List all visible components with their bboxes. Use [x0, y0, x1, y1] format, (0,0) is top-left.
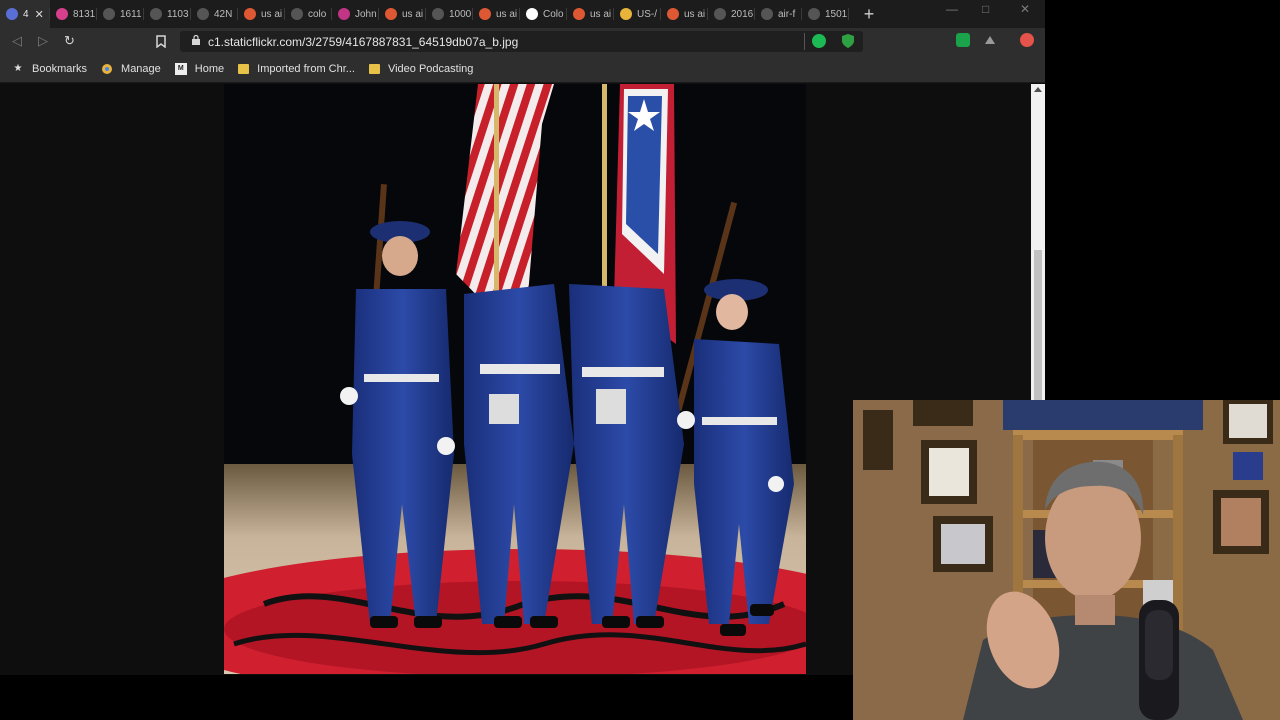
shield-extension-icon[interactable] — [842, 34, 854, 48]
blank-page-icon — [714, 8, 726, 20]
chrome-icon — [620, 8, 632, 20]
bookmarks-label: Bookmarks — [32, 62, 88, 75]
manage-bookmark[interactable]: Manage — [101, 63, 161, 75]
maximize-icon[interactable]: □ — [982, 2, 989, 16]
forward-icon[interactable]: ▷ — [38, 33, 48, 49]
tab-14[interactable]: us ai — [661, 0, 708, 28]
tab-label: Colo — [543, 8, 564, 20]
m-logo-icon — [526, 8, 538, 20]
tab-label: 1501 — [825, 8, 848, 20]
tab-8[interactable]: us ai — [379, 0, 426, 28]
tab-label: us ai — [684, 8, 706, 20]
tab-4[interactable]: 42N — [191, 0, 238, 28]
profile-extension-icon[interactable] — [1020, 33, 1034, 47]
minimize-icon[interactable]: — — [946, 2, 958, 16]
bookmarks-menu[interactable]: ★ Bookmarks — [12, 62, 88, 75]
star-icon: ★ — [13, 63, 23, 74]
tab-6[interactable]: colo — [285, 0, 332, 28]
tab-0[interactable]: 4 ✕ — [0, 0, 50, 28]
toolbar: ◁ ▷ ↻ c1.staticflickr.com/3/2759/4167887… — [0, 28, 1045, 55]
tab-11[interactable]: Colo — [520, 0, 567, 28]
home-label: Home — [194, 62, 225, 75]
drive-extension-icon[interactable] — [983, 33, 997, 47]
tab-label: US-/ — [637, 8, 657, 20]
duckduckgo-icon — [573, 8, 585, 20]
blank-page-icon — [291, 8, 303, 20]
honor-guard-photo — [224, 84, 806, 674]
blank-page-icon — [808, 8, 820, 20]
duckduckgo-icon — [385, 8, 397, 20]
manage-icon — [101, 63, 113, 75]
home-bookmark[interactable]: M Home — [174, 62, 225, 75]
tab-label: us ai — [261, 8, 283, 20]
back-icon[interactable]: ◁ — [12, 33, 22, 49]
tab-label: air-f — [778, 8, 796, 20]
flickr-icon — [56, 8, 68, 20]
new-tab-icon[interactable]: + — [859, 4, 879, 25]
address-bar[interactable]: c1.staticflickr.com/3/2759/4167887831_64… — [180, 31, 863, 52]
tab-2[interactable]: 1611 — [97, 0, 144, 28]
blank-page-icon — [103, 8, 115, 20]
url-text: c1.staticflickr.com/3/2759/4167887831_64… — [208, 35, 519, 49]
tab-9[interactable]: 1000 — [426, 0, 473, 28]
tab-3[interactable]: 1103 — [144, 0, 191, 28]
blank-page-icon — [761, 8, 773, 20]
omnibox-divider — [804, 33, 805, 50]
tab-label: 42N — [214, 8, 233, 20]
folder-icon — [368, 63, 380, 74]
close-tab-icon[interactable]: ✕ — [35, 8, 44, 21]
blank-page-icon — [150, 8, 162, 20]
video-podcasting-folder[interactable]: Video Podcasting — [368, 62, 474, 75]
tab-16[interactable]: air-f — [755, 0, 802, 28]
tab-label: us ai — [402, 8, 424, 20]
tab-label: us ai — [590, 8, 612, 20]
tab-label: 8131 — [73, 8, 96, 20]
folder-icon — [238, 63, 250, 74]
grid-extension-icon[interactable] — [956, 33, 970, 47]
instagram-icon — [338, 8, 350, 20]
imported-folder[interactable]: Imported from Chr... — [238, 63, 355, 75]
lock-icon — [192, 35, 200, 45]
home-icon: M — [174, 62, 187, 75]
reload-icon[interactable]: ↻ — [64, 33, 75, 49]
tab-label: colo — [308, 8, 327, 20]
tab-label: 2016 — [731, 8, 754, 20]
tab-5[interactable]: us ai — [238, 0, 285, 28]
tab-label: John — [355, 8, 377, 20]
multi-dot-icon — [6, 8, 18, 20]
bookmark-page-icon[interactable] — [156, 35, 166, 48]
tab-1[interactable]: 8131 — [50, 0, 97, 28]
tab-strip: 4 ✕ 8131 1611 1103 42N us ai colo John us ai 1000 u… — [0, 0, 1045, 28]
tab-label: us ai — [496, 8, 518, 20]
tab-label: 1103 — [167, 8, 189, 20]
close-window-icon[interactable]: ✕ — [1020, 2, 1030, 16]
tab-12[interactable]: us ai — [567, 0, 614, 28]
manage-label: Manage — [121, 62, 161, 75]
tab-7[interactable]: John — [332, 0, 379, 28]
blank-page-icon — [432, 8, 444, 20]
tab-label: 1611 — [120, 8, 142, 20]
bookmarks-bar: ★ Bookmarks Manage M Home Imported from … — [0, 55, 1045, 83]
tab-label: 1000 — [449, 8, 472, 20]
tab-10[interactable]: us ai — [473, 0, 520, 28]
blank-page-icon — [197, 8, 209, 20]
duckduckgo-icon — [479, 8, 491, 20]
video-podcasting-label: Video Podcasting — [387, 62, 474, 75]
spotify-extension-icon[interactable] — [812, 34, 826, 48]
duckduckgo-icon — [244, 8, 256, 20]
webcam-overlay — [853, 400, 1280, 720]
tab-17[interactable]: 1501 — [802, 0, 849, 28]
tab-label: 4 — [23, 8, 29, 20]
duckduckgo-icon — [667, 8, 679, 20]
tab-15[interactable]: 2016 — [708, 0, 755, 28]
imported-label: Imported from Chr... — [257, 62, 355, 75]
scroll-up-icon[interactable] — [1034, 87, 1042, 92]
tab-13[interactable]: US-/ — [614, 0, 661, 28]
